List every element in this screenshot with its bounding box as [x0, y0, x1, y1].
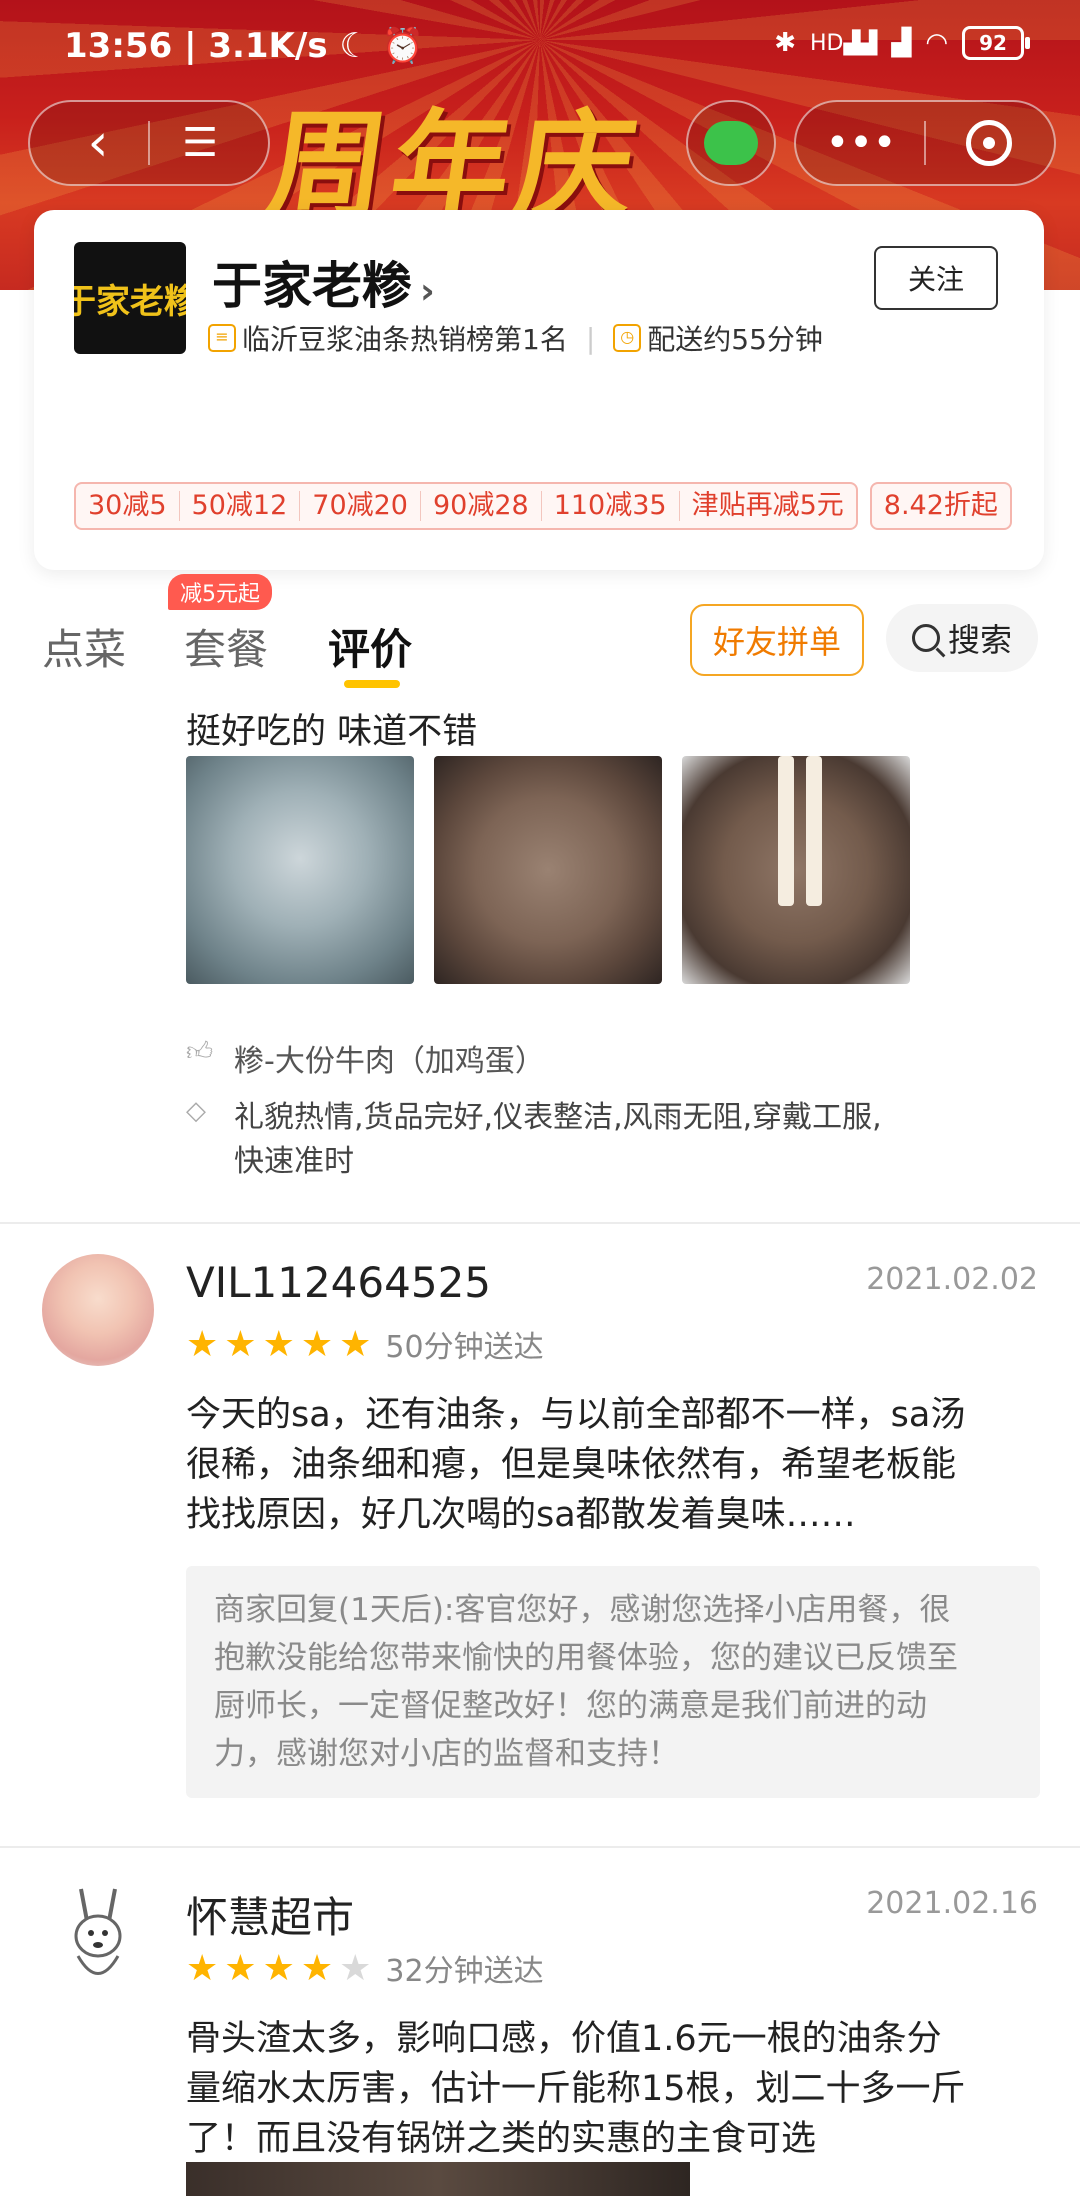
- star-icon: ★: [224, 1947, 257, 1989]
- review-date: 2021.02.02: [866, 1262, 1038, 1297]
- coupon-row[interactable]: 30减5 50减12 70减20 90减28 110减35 津贴再减5元 8.4…: [74, 482, 1044, 530]
- status-time: 13:56 | 3.1K/s ☾ ⏰: [64, 26, 425, 66]
- merchant-reply: 商家回复(1天后):客官您好，感谢您选择小店用餐，很 抱歉没能给您带来愉快的用餐…: [186, 1566, 1040, 1798]
- avatar[interactable]: [42, 1254, 154, 1366]
- full-reduction-coupons[interactable]: 30减5 50减12 70减20 90减28 110减35 津贴再减5元: [74, 482, 858, 530]
- status-bar: 13:56 | 3.1K/s ☾ ⏰ ✱ HD▟▟ ▟ ◠ 92: [0, 0, 1080, 96]
- star-icon: ★: [186, 1947, 219, 1989]
- search-icon: [911, 624, 940, 652]
- review-photo[interactable]: [434, 756, 662, 984]
- review-body: 今天的sa，还有油条，与以前全部都不一样，sa汤 很稀，油条细和瘪，但是臭味依然…: [186, 1395, 966, 1535]
- review-text: 挺好吃的 味道不错: [186, 712, 478, 752]
- review-photo[interactable]: [186, 2162, 690, 2196]
- star-icon: ★: [262, 1323, 295, 1365]
- review-date: 2021.02.16: [866, 1886, 1038, 1921]
- group-order-button[interactable]: 好友拼单: [690, 604, 864, 676]
- discount-coupon[interactable]: 8.42折起: [869, 482, 1012, 530]
- review-tags: 礼貌热情,货品完好,仪表整洁,风雨无阻,穿戴工服,: [234, 1100, 882, 1135]
- liked-item-row: 👍︎ 糁-大份牛肉（加鸡蛋）: [186, 1036, 545, 1080]
- tab-order[interactable]: 点菜: [42, 616, 126, 677]
- tab-reviews[interactable]: 评价: [328, 616, 412, 677]
- avatar[interactable]: [42, 1880, 154, 1992]
- wifi-icon: ◠: [925, 28, 948, 58]
- star-icon: ★: [339, 1323, 372, 1365]
- miniapp-capsule: •••: [794, 100, 1056, 186]
- more-icon[interactable]: •••: [798, 120, 924, 166]
- nav-capsule: ‹ ☰: [28, 100, 270, 186]
- star-empty-icon: ★: [339, 1947, 372, 1989]
- review-username: 怀慧超市: [186, 1893, 355, 1942]
- search-button[interactable]: 搜索: [886, 604, 1038, 672]
- star-icon: ★: [224, 1323, 257, 1365]
- review-username: VIL112464525: [186, 1258, 492, 1307]
- rank-icon: ≡: [208, 324, 236, 352]
- combo-badge: 减5元起: [168, 574, 272, 610]
- review-body: 骨头渣太多，影响口感，价值1.6元一根的油条分 量缩水太厉害，估计一斤能称15根…: [186, 2019, 966, 2159]
- bluetooth-icon: ✱: [774, 28, 796, 58]
- divider: [0, 1222, 1080, 1224]
- active-tab-indicator: [344, 680, 400, 688]
- rating-stars: ★ ★ ★ ★ ★ 32分钟送达: [186, 1946, 544, 1990]
- star-icon: ★: [300, 1947, 334, 1989]
- tab-combo[interactable]: 套餐: [184, 616, 268, 677]
- delivery-time: 配送约55分钟: [647, 323, 823, 356]
- delivery-eta: 32分钟送达: [385, 1954, 544, 1989]
- divider: [0, 1846, 1080, 1848]
- shop-name[interactable]: 于家老糁 ›: [212, 246, 435, 318]
- menu-icon[interactable]: ☰: [150, 120, 250, 166]
- chopsticks-detail: [806, 756, 822, 906]
- star-icon: ★: [186, 1323, 219, 1365]
- shop-logo: 于家老糁: [74, 242, 186, 354]
- rating-stars: ★ ★ ★ ★ ★ 50分钟送达: [186, 1322, 544, 1366]
- tab-bar: 点菜 套餐 减5元起 评价 好友拼单 搜索: [0, 574, 1080, 690]
- star-icon: ★: [300, 1323, 334, 1365]
- wechat-icon: [704, 121, 758, 165]
- chopsticks-detail: [778, 756, 794, 906]
- search-label: 搜索: [947, 621, 1012, 659]
- delivery-eta: 50分钟送达: [385, 1330, 544, 1365]
- chevron-right-icon: ›: [420, 271, 435, 312]
- battery-icon: 92: [962, 26, 1030, 60]
- tag-icon: ◇: [186, 1096, 206, 1126]
- shop-info-card: 于家老糁 于家老糁 › 关注 ≡ 临沂豆浆油条热销榜第1名 | ◷ 配送约55分钟…: [34, 210, 1044, 570]
- review-photo[interactable]: [682, 756, 910, 984]
- close-miniapp-icon[interactable]: [926, 120, 1052, 166]
- tags-row: ◇ 礼貌热情,货品完好,仪表整洁,风雨无阻,穿戴工服, 快速准时: [186, 1096, 882, 1184]
- liked-item[interactable]: 糁-大份牛肉（加鸡蛋）: [234, 1036, 545, 1080]
- signal-icon-2: ▟: [891, 28, 912, 58]
- follow-button[interactable]: 关注: [874, 246, 998, 310]
- thumbs-up-icon: 👍︎: [186, 1037, 214, 1067]
- clock-icon: ◷: [613, 324, 642, 352]
- shop-rank: 临沂豆浆油条热销榜第1名: [242, 323, 568, 356]
- kangaroo-avatar-icon: [74, 1888, 122, 1975]
- status-icons: ✱ HD▟▟ ▟ ◠ 92: [774, 26, 1030, 60]
- shop-meta: ≡ 临沂豆浆油条热销榜第1名 | ◷ 配送约55分钟: [208, 318, 823, 358]
- wechat-share-button[interactable]: [686, 100, 776, 186]
- signal-icon: HD▟▟: [809, 30, 878, 56]
- review-tags-cont: 快速准时: [234, 1144, 354, 1179]
- review-photo[interactable]: [186, 756, 414, 984]
- back-icon[interactable]: ‹: [48, 113, 148, 173]
- star-icon: ★: [262, 1947, 295, 1989]
